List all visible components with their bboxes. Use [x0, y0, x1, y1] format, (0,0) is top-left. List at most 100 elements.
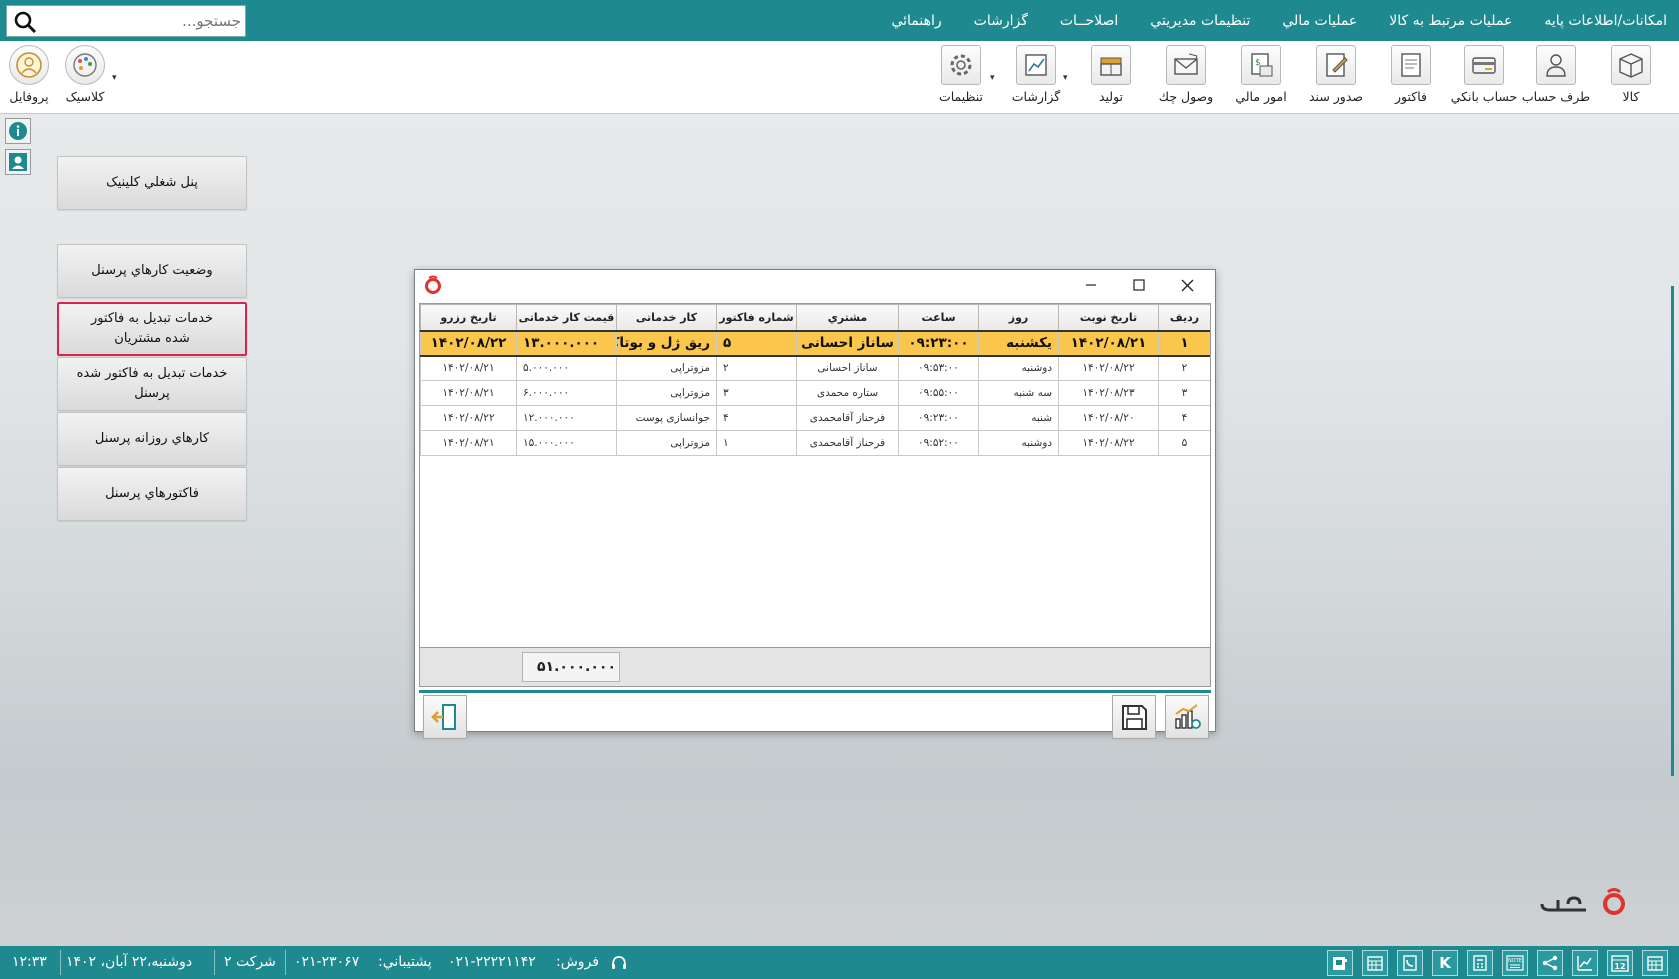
save-button[interactable] [1112, 695, 1156, 739]
user-card-icon[interactable] [5, 149, 31, 175]
toolbar-goods-button[interactable]: کالا [1595, 45, 1667, 111]
maximize-icon[interactable] [1117, 272, 1161, 298]
table-row[interactable]: ۱ ۱۴۰۲/۰۸/۲۱ یکشنبه ۰۹:۲۳:۰۰ ساناز احسان… [420, 329, 1210, 357]
toolbar-finance-button[interactable]: $ امور مالي [1225, 45, 1297, 111]
col-header-day[interactable]: روز [978, 304, 1059, 331]
cell-time[interactable]: ۰۹:۲۳:۰۰ [898, 329, 979, 357]
cell-service[interactable]: ریق ژل و بوتاکس [616, 329, 717, 357]
cell-reserve-date[interactable]: ۱۴۰۲/۰۸/۲۲ [420, 329, 517, 357]
col-header-reserve-date[interactable]: تاريخ رزرو [420, 304, 517, 331]
chart-view-button[interactable] [1165, 695, 1209, 739]
cell-customer[interactable]: ستاره محمدی [796, 380, 899, 406]
cell-service-price[interactable]: ۵.۰۰۰.۰۰۰ [516, 355, 617, 381]
col-header-service[interactable]: کار خدماتی [616, 304, 717, 331]
cell-row-number[interactable]: ۱ [1158, 329, 1210, 357]
col-header-invoice-number[interactable]: شماره فاكتور [716, 304, 797, 331]
toolbar-reports-button[interactable]: گزارشات [1000, 45, 1072, 111]
cell-appointment-date[interactable]: ۱۴۰۲/۰۸/۲۲ [1058, 355, 1159, 381]
menu-goods-ops[interactable]: عمليات مرتبط به کالا [1389, 13, 1512, 29]
cell-day[interactable]: یکشنبه [978, 329, 1059, 357]
chart-icon[interactable] [1572, 950, 1598, 976]
cell-service[interactable]: مزوتراپی [616, 355, 717, 381]
search-icon[interactable] [13, 10, 37, 34]
menu-base-info[interactable]: امکانات/اطلاعات پايه [1544, 13, 1667, 29]
toolbar-invoice-button[interactable]: فاکتور [1375, 45, 1447, 111]
calendar-day-icon[interactable]: 12 [1607, 950, 1633, 976]
table-row[interactable]: ۲ ۱۴۰۲/۰۸/۲۲ دوشنبه ۰۹:۵۳:۰۰ ساناز احسان… [420, 355, 1210, 381]
staff-work-status-button[interactable]: وضعيت کارهاي پرسنل [57, 244, 247, 298]
menu-reports[interactable]: گزارشات [974, 13, 1028, 29]
cell-appointment-date[interactable]: ۱۴۰۲/۰۸/۲۱ [1058, 329, 1159, 357]
menu-corrections[interactable]: اصلاحــات [1060, 13, 1118, 29]
classic-caret-icon[interactable]: ▾ [112, 73, 117, 83]
staff-daily-work-button[interactable]: کارهاي روزانه پرسنل [57, 412, 247, 466]
cell-reserve-date[interactable]: ۱۴۰۲/۰۸/۲۲ [420, 405, 517, 431]
info-icon[interactable] [5, 118, 31, 144]
calendar-month-icon[interactable] [1642, 950, 1668, 976]
cell-service-price[interactable]: ۱۳.۰۰۰.۰۰۰ [516, 329, 617, 357]
toolbar-production-button[interactable]: توليد [1075, 45, 1147, 111]
toolbar-classic-button[interactable]: كلاسيک [56, 45, 114, 111]
staff-invoices-button[interactable]: فاکتورهاي پرسنل [57, 467, 247, 521]
col-header-service-price[interactable]: قيمت کار خدماتی [516, 304, 617, 331]
col-header-customer[interactable]: مشتري [796, 304, 899, 331]
toolbar-issue-voucher-button[interactable]: صدور سند [1300, 45, 1372, 111]
cell-invoice-number[interactable]: ۳ [716, 380, 797, 406]
cell-service-price[interactable]: ۱۵.۰۰۰.۰۰۰ [516, 430, 617, 456]
clinic-job-panel-button[interactable]: پنل شغلي كلينيک [57, 156, 247, 210]
cell-day[interactable]: شنبه [978, 405, 1059, 431]
col-header-time[interactable]: ساعت [898, 304, 979, 331]
toolbar-bank-account-button[interactable]: حساب بانکي [1448, 45, 1520, 111]
cell-invoice-number[interactable]: ۵ [716, 329, 797, 357]
search-input[interactable] [45, 7, 245, 35]
cell-day[interactable]: دوشنبه [978, 430, 1059, 456]
cell-invoice-number[interactable]: ۱ [716, 430, 797, 456]
menu-management-settings[interactable]: تنظيمات مديريتي [1150, 13, 1250, 29]
cell-row-number[interactable]: ۴ [1158, 405, 1210, 431]
cell-time[interactable]: ۰۹:۲۳:۰۰ [898, 405, 979, 431]
calculator-icon[interactable] [1467, 950, 1493, 976]
close-icon[interactable] [1165, 272, 1209, 298]
col-header-appointment-date[interactable]: تاريخ نوبت [1058, 304, 1159, 331]
toolbar-profile-button[interactable]: پروفايل [0, 45, 58, 111]
cell-service[interactable]: مزوتراپی [616, 430, 717, 456]
cell-service-price[interactable]: ۱۲.۰۰۰.۰۰۰ [516, 405, 617, 431]
cell-appointment-date[interactable]: ۱۴۰۲/۰۸/۲۲ [1058, 430, 1159, 456]
cell-invoice-number[interactable]: ۲ [716, 355, 797, 381]
table-row[interactable]: ۵ ۱۴۰۲/۰۸/۲۲ دوشنبه ۰۹:۵۲:۰۰ فرحناز آقام… [420, 430, 1210, 456]
cell-row-number[interactable]: ۲ [1158, 355, 1210, 381]
exit-button[interactable] [423, 695, 467, 739]
cell-invoice-number[interactable]: ۴ [716, 405, 797, 431]
cell-service-price[interactable]: ۶.۰۰۰.۰۰۰ [516, 380, 617, 406]
table-row[interactable]: ۳ ۱۴۰۲/۰۸/۲۳ سه شنبه ۰۹:۵۵:۰۰ ستاره محمد… [420, 380, 1210, 406]
k-shortcut-icon[interactable]: K [1432, 950, 1458, 976]
menu-financial-ops[interactable]: عمليات مالي [1282, 13, 1357, 29]
cell-customer[interactable]: فرحناز آقامحمدی [796, 430, 899, 456]
calendar-grid-icon[interactable] [1362, 950, 1388, 976]
cell-reserve-date[interactable]: ۱۴۰۲/۰۸/۲۱ [420, 355, 517, 381]
cell-service[interactable]: مزوتراپی [616, 380, 717, 406]
cell-service[interactable]: جوانسازی پوست [616, 405, 717, 431]
toolbar-account-party-button[interactable]: طرف حساب [1520, 45, 1592, 111]
menu-help[interactable]: راهنمائي [891, 13, 941, 29]
minimize-icon[interactable] [1069, 272, 1113, 298]
cell-day[interactable]: سه شنبه [978, 380, 1059, 406]
note-icon[interactable]: NOTE [1502, 950, 1528, 976]
customer-invoiced-services-button[interactable]: خدمات تبدیل به فاکتور شده مشتریان [57, 302, 247, 356]
cell-appointment-date[interactable]: ۱۴۰۲/۰۸/۲۳ [1058, 380, 1159, 406]
cell-customer[interactable]: ساناز احسانی [796, 355, 899, 381]
cell-day[interactable]: دوشنبه [978, 355, 1059, 381]
cell-row-number[interactable]: ۳ [1158, 380, 1210, 406]
cell-time[interactable]: ۰۹:۵۲:۰۰ [898, 430, 979, 456]
cell-reserve-date[interactable]: ۱۴۰۲/۰۸/۲۱ [420, 380, 517, 406]
toolbar-cheque-receive-button[interactable]: وصول چك [1150, 45, 1222, 111]
col-header-row-number[interactable]: رديف [1158, 304, 1210, 331]
cell-reserve-date[interactable]: ۱۴۰۲/۰۸/۲۱ [420, 430, 517, 456]
cell-customer[interactable]: فرحناز آقامحمدی [796, 405, 899, 431]
table-row[interactable]: ۴ ۱۴۰۲/۰۸/۲۰ شنبه ۰۹:۲۳:۰۰ فرحناز آقامحم… [420, 405, 1210, 431]
contacts-icon[interactable] [1327, 950, 1353, 976]
cell-time[interactable]: ۰۹:۵۵:۰۰ [898, 380, 979, 406]
cell-row-number[interactable]: ۵ [1158, 430, 1210, 456]
toolbar-settings-button[interactable]: تنظيمات [925, 45, 997, 111]
phone-book-icon[interactable] [1397, 950, 1423, 976]
